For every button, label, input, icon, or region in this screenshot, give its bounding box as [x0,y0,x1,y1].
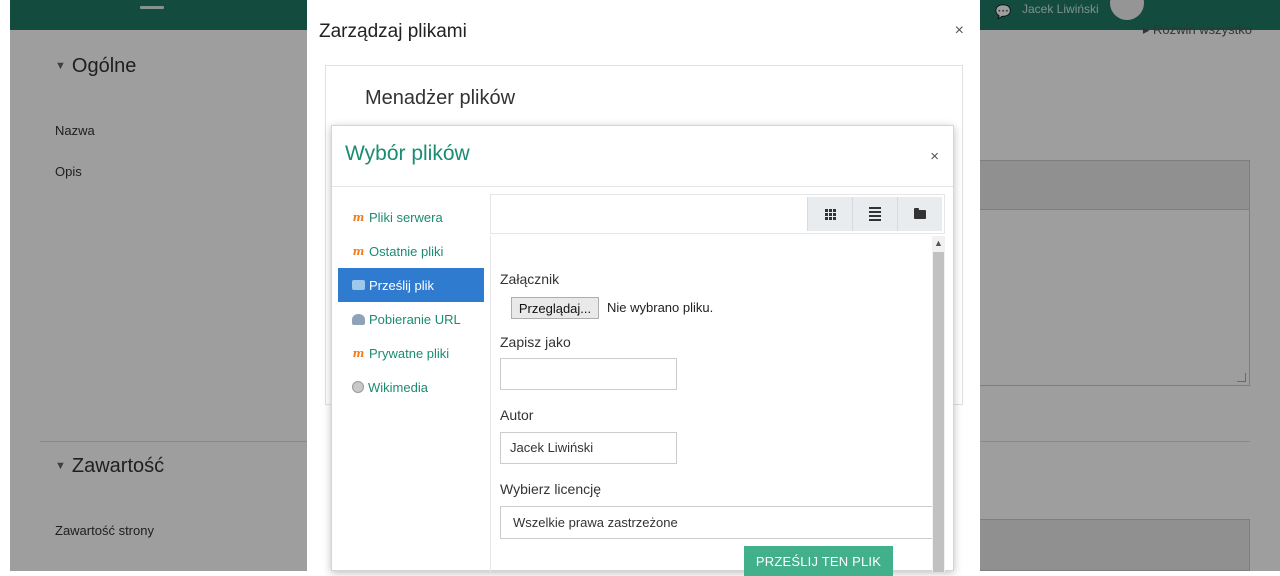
folder-view-icon [914,207,926,219]
url-download-icon [352,313,365,325]
repo-item-private-files[interactable]: m Prywatne pliki [338,336,484,370]
upload-pane: Załącznik Przeglądaj... Nie wybrano plik… [490,194,947,576]
save-as-label: Zapisz jako [500,334,571,350]
repo-item-url-download[interactable]: Pobieranie URL [338,302,484,336]
list-view-icon [869,207,881,221]
moodle-icon: m [352,346,365,360]
license-select[interactable]: Wszelkie prawa zastrzeżone [500,506,933,539]
view-switcher [807,197,942,231]
repo-item-recent-files[interactable]: m Ostatnie pliki [338,234,484,268]
page-edge [0,0,10,571]
no-file-text: Nie wybrano pliku. [607,300,714,315]
view-toolbar [490,194,945,234]
scroll-thumb[interactable] [933,252,944,572]
grid-view-button[interactable] [807,197,852,231]
grid-view-icon [824,208,836,220]
upload-icon [352,280,365,290]
save-as-input[interactable] [500,358,677,390]
list-view-button[interactable] [852,197,897,231]
scrollbar[interactable]: ▲ [932,236,945,572]
repo-item-upload-file[interactable]: Prześlij plik [338,268,484,302]
dialog-title: Zarządzaj plikami [319,21,467,42]
wikimedia-icon [352,381,364,393]
author-input[interactable]: Jacek Liwiński [500,432,677,464]
license-label: Wybierz licencję [500,481,602,497]
header-divider [332,186,953,187]
repo-item-wikimedia[interactable]: Wikimedia [338,370,484,404]
upload-file-button[interactable]: PRZEŚLIJ TEN PLIK [744,546,893,576]
author-label: Autor [500,407,534,423]
scroll-up-icon[interactable]: ▲ [934,238,943,248]
attachment-label: Załącznik [500,271,560,287]
moodle-icon: m [352,210,365,224]
file-picker-title: Wybór plików [345,142,470,165]
close-icon[interactable]: × [955,22,964,40]
close-icon[interactable]: × [930,148,939,165]
file-picker-dialog: Wybór plików × m Pliki serwera m Ostatni… [331,125,954,576]
folder-view-button[interactable] [897,197,942,231]
moodle-icon: m [352,244,365,258]
file-manager-heading: Menadżer plików [365,87,516,109]
upload-form: Załącznik Przeglądaj... Nie wybrano plik… [490,236,945,576]
repo-item-server-files[interactable]: m Pliki serwera [338,200,484,234]
repository-list: m Pliki serwera m Ostatnie pliki Prześli… [338,200,484,404]
browse-button[interactable]: Przeglądaj... [511,297,599,319]
